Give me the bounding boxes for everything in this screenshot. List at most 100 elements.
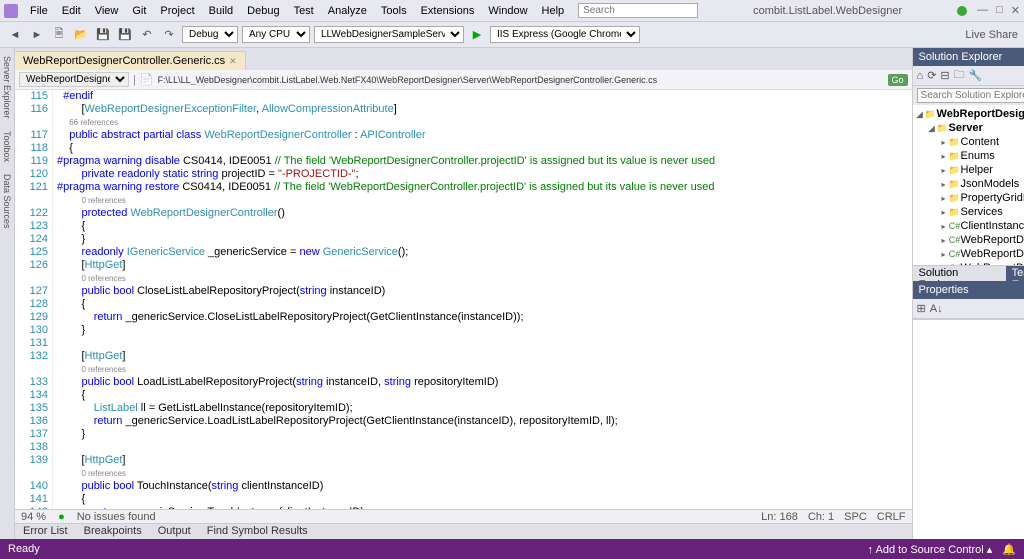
- maximize-icon[interactable]: □: [996, 4, 1003, 17]
- menu-view[interactable]: View: [89, 3, 125, 19]
- menu-window[interactable]: Window: [482, 3, 533, 19]
- tree-item[interactable]: ▸📁Content: [913, 135, 1024, 149]
- open-icon[interactable]: 📂: [72, 26, 90, 44]
- search-input[interactable]: [578, 3, 698, 18]
- menu-analyze[interactable]: Analyze: [322, 3, 373, 19]
- config-dropdown[interactable]: Debug: [182, 26, 238, 43]
- right-panel: Solution Explorer 📌✕ ⌂ ⟳ ⊟ 🗀 🔧 ◢📁WebRepo…: [912, 48, 1024, 539]
- tree-item[interactable]: ▸📁Enums: [913, 149, 1024, 163]
- redo-icon[interactable]: ↷: [160, 26, 178, 44]
- line-indicator: Ln: 168: [761, 511, 798, 523]
- tree-item[interactable]: ▸C#WebReportDesignerClientManager.cs: [913, 233, 1024, 247]
- menu-help[interactable]: Help: [536, 3, 571, 19]
- live-share-label[interactable]: Live Share: [965, 29, 1018, 41]
- menu-tools[interactable]: Tools: [375, 3, 413, 19]
- solution-tree[interactable]: ◢📁WebReportDesigner◢📁Server▸📁Content▸📁En…: [913, 105, 1024, 265]
- solution-explorer-header: Solution Explorer 📌✕: [913, 48, 1024, 66]
- output-tab[interactable]: Error List: [15, 524, 76, 539]
- solution-search-input[interactable]: [917, 88, 1024, 103]
- left-tab[interactable]: Data Sources: [0, 170, 14, 233]
- properties-header: Properties 📌✕: [913, 281, 1024, 299]
- tree-item[interactable]: ▸📁Helper: [913, 163, 1024, 177]
- tree-item[interactable]: ◢📁Server: [913, 121, 1024, 135]
- output-tabs: Error ListBreakpointsOutputFind Symbol R…: [15, 523, 912, 539]
- window-controls: — □ ✕: [977, 4, 1020, 17]
- tree-item[interactable]: ▸C#ClientInstanceFileRepository.cs: [913, 219, 1024, 233]
- properties-icon[interactable]: 🔧: [969, 69, 983, 82]
- menu-extensions[interactable]: Extensions: [415, 3, 481, 19]
- show-all-icon[interactable]: 🗀: [954, 66, 965, 85]
- nav-fwd-icon[interactable]: ►: [28, 26, 46, 44]
- add-source-control[interactable]: ↑ Add to Source Control ▴: [868, 543, 993, 556]
- main-toolbar: ◄ ► 🗎 📂 💾 💾 ↶ ↷ Debug Any CPU LLWebDesig…: [0, 22, 1024, 48]
- char-indicator: Ch: 1: [808, 511, 834, 523]
- tree-item[interactable]: ▸📁JsonModels: [913, 177, 1024, 191]
- explorer-tabs: Solution ExplorerTeam ExplorerResource V…: [913, 265, 1024, 281]
- output-tab[interactable]: Breakpoints: [76, 524, 150, 539]
- tab-close-icon[interactable]: ✕: [229, 56, 237, 67]
- explorer-tab[interactable]: Team Explorer: [1006, 266, 1024, 281]
- left-tab[interactable]: Server Explorer: [0, 52, 14, 123]
- document-tabs: WebReportDesignerController.Generic.cs ✕: [15, 48, 912, 70]
- close-icon[interactable]: ✕: [1011, 4, 1020, 17]
- tree-item[interactable]: ▸C#WebReportDesignerConfig.cs: [913, 247, 1024, 261]
- menu-edit[interactable]: Edit: [56, 3, 87, 19]
- window-title: combit.ListLabel.WebDesigner: [698, 5, 957, 17]
- minimize-icon[interactable]: —: [977, 4, 988, 17]
- menu-debug[interactable]: Debug: [241, 3, 285, 19]
- go-button[interactable]: Go: [888, 74, 908, 86]
- menu-project[interactable]: Project: [154, 3, 200, 19]
- notifications-icon[interactable]: 🔔: [1002, 543, 1016, 556]
- tree-item[interactable]: ▸📁PropertyGridDefinitionGenerators: [913, 191, 1024, 205]
- properties-grid[interactable]: [913, 319, 1024, 539]
- user-badge-icon[interactable]: [957, 6, 967, 16]
- document-tab[interactable]: WebReportDesignerController.Generic.cs ✕: [15, 51, 246, 70]
- solution-toolbar: ⌂ ⟳ ⊟ 🗀 🔧: [913, 66, 1024, 86]
- properties-toolbar: ⊞ A↓: [913, 299, 1024, 319]
- new-file-icon[interactable]: 🗎: [50, 26, 68, 44]
- output-tab[interactable]: Find Symbol Results: [199, 524, 316, 539]
- menu-test[interactable]: Test: [288, 3, 320, 19]
- menu-file[interactable]: File: [24, 3, 54, 19]
- editor-area: WebReportDesignerController.Generic.cs ✕…: [15, 48, 912, 539]
- explorer-tab[interactable]: Solution Explorer: [913, 266, 1006, 281]
- run-target-dropdown[interactable]: IIS Express (Google Chrome): [490, 26, 640, 43]
- editor-statusbar: 94 % ● No issues found Ln: 168 Ch: 1 SPC…: [15, 509, 912, 523]
- path-icon: 📄: [140, 73, 154, 86]
- startup-dropdown[interactable]: LLWebDesignerSampleServer: [314, 26, 464, 43]
- collapse-icon[interactable]: ⊟: [940, 69, 949, 82]
- vs-logo-icon: [4, 4, 18, 18]
- menu-git[interactable]: Git: [126, 3, 152, 19]
- menu-build[interactable]: Build: [203, 3, 239, 19]
- tree-item[interactable]: ◢📁WebReportDesigner: [913, 107, 1024, 121]
- home-icon[interactable]: ⌂: [917, 70, 924, 82]
- code-content[interactable]: #endif [WebReportDesignerExceptionFilter…: [53, 90, 912, 509]
- output-tab[interactable]: Output: [150, 524, 199, 539]
- panel-title: Solution Explorer: [919, 51, 1003, 63]
- file-path: F:\LL\LL_WebDesigner\combit.ListLabel.We…: [158, 75, 884, 85]
- indent-indicator: SPC: [844, 511, 867, 523]
- left-tab[interactable]: Toolbox: [0, 127, 14, 166]
- left-tool-tabs: Server Explorer Toolbox Data Sources: [0, 48, 15, 539]
- alpha-icon[interactable]: A↓: [930, 303, 943, 315]
- type-dropdown[interactable]: WebReportDesignerController.G: [19, 72, 129, 87]
- nav-back-icon[interactable]: ◄: [6, 26, 24, 44]
- titlebar: FileEditViewGitProjectBuildDebugTestAnal…: [0, 0, 1024, 22]
- save-icon[interactable]: 💾: [94, 26, 112, 44]
- status-ready: Ready: [8, 543, 40, 555]
- panel-title: Properties: [919, 284, 969, 296]
- issues-label: No issues found: [77, 511, 156, 523]
- undo-icon[interactable]: ↶: [138, 26, 156, 44]
- categorize-icon[interactable]: ⊞: [917, 302, 926, 315]
- statusbar: Ready ↑ Add to Source Control ▴ 🔔: [0, 539, 1024, 559]
- code-editor[interactable]: 1151161171181191201211221231241251261271…: [15, 90, 912, 509]
- tree-item[interactable]: ▸📁Services: [913, 205, 1024, 219]
- save-all-icon[interactable]: 💾: [116, 26, 134, 44]
- menubar: FileEditViewGitProjectBuildDebugTestAnal…: [24, 3, 570, 19]
- refresh-icon[interactable]: ⟳: [927, 69, 936, 82]
- run-icon[interactable]: ▶: [468, 26, 486, 44]
- line-gutter: 1151161171181191201211221231241251261271…: [15, 90, 53, 509]
- scroll-percent: 94 %: [21, 511, 46, 523]
- platform-dropdown[interactable]: Any CPU: [242, 26, 310, 43]
- breadcrumb: WebReportDesignerController.G | 📄 F:\LL\…: [15, 70, 912, 90]
